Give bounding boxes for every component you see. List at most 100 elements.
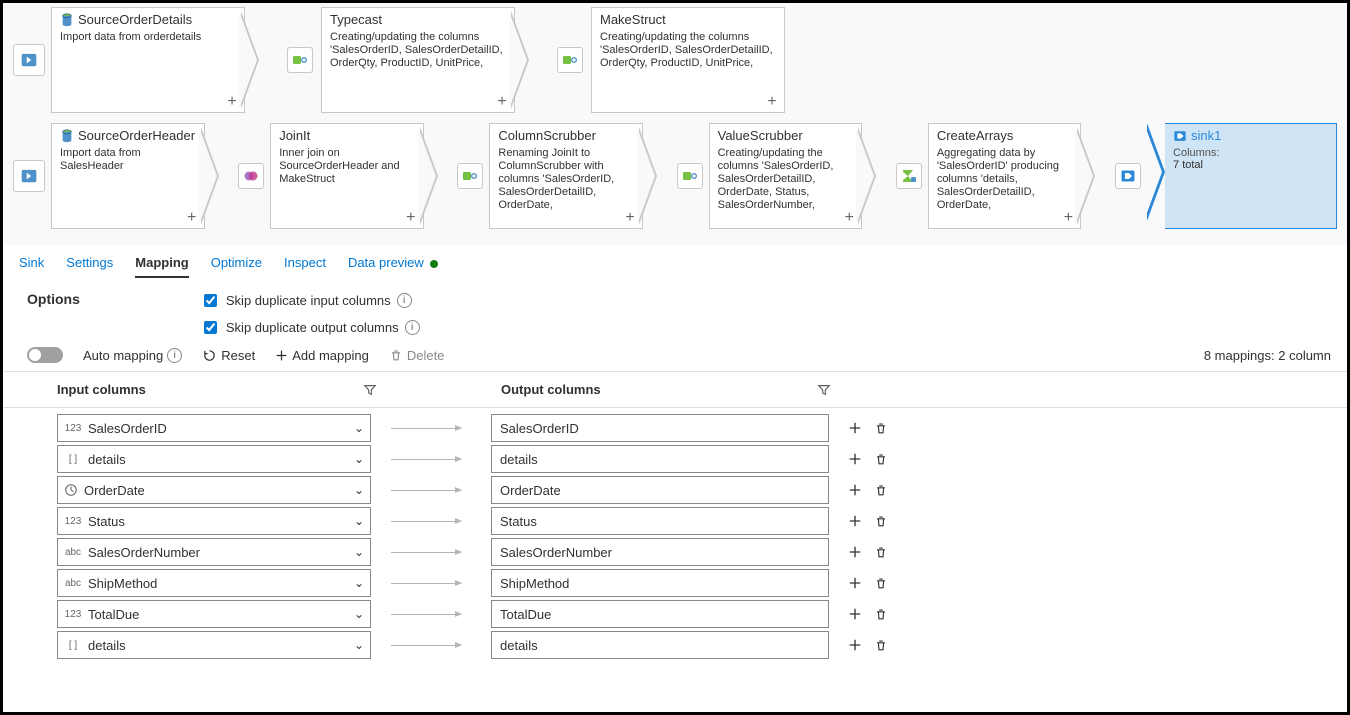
sink-sub: Columns: bbox=[1173, 147, 1328, 159]
add-transform-button[interactable]: + bbox=[403, 210, 419, 226]
source-handle[interactable] bbox=[13, 44, 45, 76]
transform-pill[interactable] bbox=[555, 7, 585, 113]
db-icon bbox=[60, 129, 74, 143]
add-transform-button[interactable]: + bbox=[1060, 210, 1076, 226]
mapping-row: 123Status⌄ Status bbox=[27, 507, 1331, 535]
delete-row-button[interactable] bbox=[873, 606, 889, 622]
delete-row-button[interactable] bbox=[873, 637, 889, 653]
sink-node-wrap: sink1Columns:7 total bbox=[1147, 123, 1337, 229]
sink-count: 7 total bbox=[1173, 159, 1328, 172]
flow-node[interactable]: CreateArraysAggregating data by 'SalesOr… bbox=[928, 123, 1082, 229]
flow-node[interactable]: ValueScrubberCreating/updating the colum… bbox=[709, 123, 863, 229]
transform-pill[interactable] bbox=[238, 123, 264, 229]
auto-mapping-toggle[interactable] bbox=[27, 347, 63, 363]
add-transform-button[interactable]: + bbox=[764, 94, 780, 110]
reset-button[interactable]: Reset bbox=[202, 348, 255, 363]
add-transform-button[interactable]: + bbox=[224, 94, 240, 110]
transform-pill[interactable] bbox=[896, 123, 922, 229]
delete-row-button[interactable] bbox=[873, 451, 889, 467]
output-column-name: TotalDue bbox=[500, 607, 551, 622]
add-row-button[interactable] bbox=[847, 451, 863, 467]
skip-dup-input[interactable]: Skip duplicate input columns i bbox=[200, 291, 420, 310]
output-column-input[interactable]: TotalDue bbox=[491, 600, 829, 628]
chevron-down-icon: ⌄ bbox=[354, 545, 364, 559]
sink-icon bbox=[1115, 163, 1141, 189]
tab-sink[interactable]: Sink bbox=[19, 249, 44, 278]
tab-inspect[interactable]: Inspect bbox=[284, 249, 326, 278]
delete-row-button[interactable] bbox=[873, 544, 889, 560]
flow-node-desc: Inner join on SourceOrderHeader and Make… bbox=[279, 147, 415, 186]
info-icon[interactable]: i bbox=[167, 348, 182, 363]
output-column-input[interactable]: ShipMethod bbox=[491, 569, 829, 597]
delete-button[interactable]: Delete bbox=[389, 348, 445, 363]
add-row-button[interactable] bbox=[847, 420, 863, 436]
flow-node-title: MakeStruct bbox=[600, 12, 776, 27]
add-row-button[interactable] bbox=[847, 575, 863, 591]
auto-mapping-label: Auto mapping bbox=[83, 348, 163, 363]
type-icon: abc bbox=[64, 547, 82, 558]
add-row-button[interactable] bbox=[847, 513, 863, 529]
input-column-select[interactable]: abc SalesOrderNumber ⌄ bbox=[57, 538, 371, 566]
add-row-button[interactable] bbox=[847, 482, 863, 498]
tab-data-preview[interactable]: Data preview bbox=[348, 249, 438, 278]
input-column-name: SalesOrderNumber bbox=[88, 545, 200, 560]
add-row-button[interactable] bbox=[847, 606, 863, 622]
tab-mapping[interactable]: Mapping bbox=[135, 249, 188, 278]
input-column-name: details bbox=[88, 452, 126, 467]
flow-node[interactable]: ColumnScrubberRenaming JoinIt to ColumnS… bbox=[489, 123, 643, 229]
delete-row-button[interactable] bbox=[873, 575, 889, 591]
input-column-select[interactable]: 123SalesOrderID⌄ bbox=[57, 414, 371, 442]
delete-row-button[interactable] bbox=[873, 420, 889, 436]
input-column-select[interactable]: 123TotalDue⌄ bbox=[57, 600, 371, 628]
skip-dup-input-checkbox[interactable] bbox=[204, 294, 217, 307]
add-mapping-button[interactable]: Add mapping bbox=[275, 348, 369, 363]
filter-input-icon[interactable] bbox=[363, 383, 377, 397]
type-icon: [ ] bbox=[64, 640, 82, 651]
flow-node[interactable]: TypecastCreating/updating the columns 'S… bbox=[321, 7, 515, 113]
tab-settings[interactable]: Settings bbox=[66, 249, 113, 278]
output-column-name: details bbox=[500, 452, 538, 467]
type-icon: abc bbox=[64, 578, 82, 589]
add-transform-button[interactable]: + bbox=[494, 94, 510, 110]
input-column-select[interactable]: 123Status⌄ bbox=[57, 507, 371, 535]
flow-node[interactable]: SourceOrderDetailsImport data from order… bbox=[51, 7, 245, 113]
output-column-input[interactable]: Status bbox=[491, 507, 829, 535]
add-transform-button[interactable]: + bbox=[622, 210, 638, 226]
transform-icon bbox=[677, 163, 703, 189]
output-column-input[interactable]: details bbox=[491, 631, 829, 659]
output-column-input[interactable]: SalesOrderNumber bbox=[491, 538, 829, 566]
add-row-button[interactable] bbox=[847, 637, 863, 653]
output-column-input[interactable]: SalesOrderID bbox=[491, 414, 829, 442]
flow-node[interactable]: SourceOrderHeaderImport data from SalesH… bbox=[51, 123, 205, 229]
add-transform-button[interactable]: + bbox=[184, 210, 200, 226]
delete-row-button[interactable] bbox=[873, 482, 889, 498]
transform-pill[interactable] bbox=[677, 123, 703, 229]
type-icon: [ ] bbox=[64, 454, 82, 465]
skip-dup-output-checkbox[interactable] bbox=[204, 321, 217, 334]
sink-pill[interactable] bbox=[1115, 123, 1141, 229]
output-column-input[interactable]: OrderDate bbox=[491, 476, 829, 504]
output-column-input[interactable]: details bbox=[491, 445, 829, 473]
filter-output-icon[interactable] bbox=[817, 383, 831, 397]
mapping-toolbar: Auto mapping i Reset Add mapping Delete … bbox=[3, 343, 1347, 372]
delete-row-button[interactable] bbox=[873, 513, 889, 529]
source-handle[interactable] bbox=[13, 160, 45, 192]
add-row-button[interactable] bbox=[847, 544, 863, 560]
info-icon[interactable]: i bbox=[405, 320, 420, 335]
flow-node[interactable]: JoinItInner join on SourceOrderHeader an… bbox=[270, 123, 424, 229]
transform-pill[interactable] bbox=[457, 123, 483, 229]
flow-node[interactable]: MakeStructCreating/updating the columns … bbox=[591, 7, 785, 113]
input-column-select[interactable]: [ ]details⌄ bbox=[57, 631, 371, 659]
skip-dup-output[interactable]: Skip duplicate output columns i bbox=[200, 318, 420, 337]
add-transform-button[interactable]: + bbox=[841, 210, 857, 226]
info-icon[interactable]: i bbox=[397, 293, 412, 308]
tab-optimize[interactable]: Optimize bbox=[211, 249, 262, 278]
input-column-select[interactable]: abcShipMethod⌄ bbox=[57, 569, 371, 597]
sink-node[interactable]: sink1Columns:7 total bbox=[1165, 123, 1337, 229]
transform-pill[interactable] bbox=[285, 7, 315, 113]
flow-canvas[interactable]: SourceOrderDetailsImport data from order… bbox=[3, 3, 1347, 245]
input-column-select[interactable]: [ ]details⌄ bbox=[57, 445, 371, 473]
flow-row: SourceOrderHeaderImport data from SalesH… bbox=[13, 123, 1337, 229]
output-columns-header: Output columns bbox=[501, 382, 601, 397]
input-column-select[interactable]: OrderDate⌄ bbox=[57, 476, 371, 504]
